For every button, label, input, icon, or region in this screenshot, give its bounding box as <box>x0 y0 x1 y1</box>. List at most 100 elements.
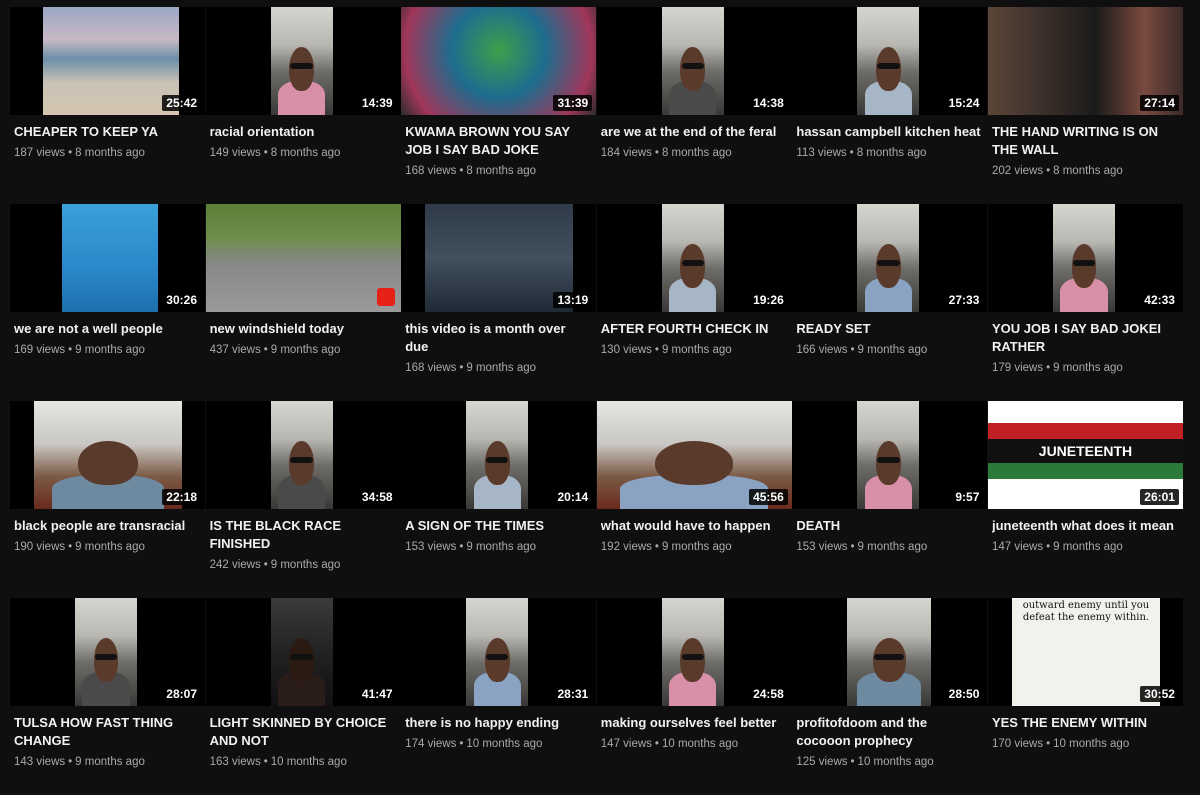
sunglasses <box>877 260 900 266</box>
video-title[interactable]: racial orientation <box>210 123 396 141</box>
video-card[interactable]: 45:56 what would have to happen 192 views •… <box>596 401 792 598</box>
video-thumbnail[interactable]: 42:33 <box>987 204 1183 312</box>
video-thumbnail[interactable]: 13:19 <box>401 204 597 312</box>
video-thumbnail[interactable]: 27:14 <box>987 7 1183 115</box>
video-card[interactable]: 28:31 there is no happy ending 174 views • 1… <box>401 598 597 795</box>
video-thumbnail[interactable]: 24:58 <box>596 598 792 706</box>
video-title[interactable]: DEATH <box>796 517 982 535</box>
video-card[interactable]: 15:24 hassan campbell kitchen heat 113 vie… <box>792 7 988 204</box>
video-card[interactable]: 28:07 TULSA HOW FAST THING CHANGE 143 view… <box>10 598 205 795</box>
dot-separator: • <box>68 344 73 356</box>
video-card[interactable]: 27:33 READY SET 166 views • 9 months ago <box>792 204 988 401</box>
person-face <box>680 47 706 91</box>
person-face <box>484 441 510 485</box>
video-card[interactable]: 20:14 A SIGN OF THE TIMES 153 views • 9 mont… <box>401 401 597 598</box>
video-card[interactable]: 31:39 KWAMA BROWN YOU SAY JOB I SAY BAD J… <box>401 7 597 204</box>
video-card[interactable]: 22:18 black people are transracial 190 vie… <box>10 401 205 598</box>
view-count: 242 views <box>209 559 261 571</box>
video-title[interactable]: YOU JOB I SAY BAD JOKEI RATHER <box>992 320 1178 356</box>
video-title[interactable]: we are not a well people <box>14 320 200 338</box>
video-card[interactable]: 27:14 THE HAND WRITING IS ON THE WALL 202 … <box>987 7 1183 204</box>
video-thumbnail[interactable]: 19:26 <box>596 204 792 312</box>
video-thumbnail[interactable]: 31:39 <box>401 7 597 115</box>
video-thumbnail[interactable]: 25:42 <box>10 7 205 115</box>
video-thumbnail[interactable]: 28:50 <box>792 598 988 706</box>
video-title[interactable]: LIGHT SKINNED BY CHOICE AND NOT <box>210 714 396 750</box>
view-count: 184 views <box>600 147 652 159</box>
view-count: 113 views <box>796 147 847 159</box>
video-title[interactable]: hassan campbell kitchen heat <box>796 123 982 141</box>
video-title[interactable]: AFTER FOURTH CHECK IN <box>601 320 787 338</box>
duration-badge: 20:14 <box>553 489 593 505</box>
duration-badge: 9:57 <box>951 489 984 505</box>
video-card[interactable]: 34:58 IS THE BLACK RACE FINISHED 242 views… <box>205 401 401 598</box>
video-title[interactable]: new windshield today <box>210 320 396 338</box>
video-thumbnail[interactable]: 20:14 <box>401 401 597 509</box>
video-thumbnail[interactable]: 14:38 <box>596 7 792 115</box>
video-title[interactable]: KWAMA BROWN YOU SAY JOB I SAY BAD JOKE <box>405 123 591 159</box>
video-title[interactable]: CHEAPER TO KEEP YA <box>14 123 200 141</box>
video-title[interactable]: A SIGN OF THE TIMES <box>405 517 591 535</box>
video-title[interactable]: YES THE ENEMY WITHIN <box>992 714 1178 732</box>
video-title[interactable]: black people are transracial <box>14 517 200 535</box>
video-thumbnail[interactable]: 9:57 <box>792 401 988 509</box>
video-title[interactable]: what would have to happen <box>601 517 787 535</box>
video-title[interactable]: making ourselves feel better <box>601 714 787 732</box>
duration-badge: 28:07 <box>162 686 201 702</box>
thumbnail-image <box>847 598 932 706</box>
video-thumbnail[interactable]: 34:58 <box>205 401 401 509</box>
view-count: 163 views <box>209 756 261 768</box>
video-card[interactable]: outward enemy until you defeat the enemy… <box>987 598 1183 795</box>
video-card[interactable]: 24:58 making ourselves feel better 147 vie… <box>596 598 792 795</box>
person-face <box>655 441 734 485</box>
video-thumbnail[interactable]: 28:31 <box>401 598 597 706</box>
video-card[interactable]: 19:26 AFTER FOURTH CHECK IN 130 views • 9 mo… <box>596 204 792 401</box>
video-card[interactable]: 42:33 YOU JOB I SAY BAD JOKEI RATHER 179 v… <box>987 204 1183 401</box>
video-title[interactable]: this video is a month over due <box>405 320 591 356</box>
video-thumbnail[interactable]: 28:07 <box>10 598 205 706</box>
video-thumbnail[interactable]: 15:24 <box>792 7 988 115</box>
video-card[interactable]: 25:42 CHEAPER TO KEEP YA 187 views • 8 month… <box>10 7 205 204</box>
video-metadata: 163 views • 10 months ago <box>210 754 401 770</box>
video-title[interactable]: juneteenth what does it mean <box>992 517 1178 535</box>
dot-separator: • <box>850 541 855 553</box>
upload-age: 8 months ago <box>270 147 341 159</box>
sunglasses <box>290 457 313 463</box>
video-card[interactable]: 14:39 racial orientation 149 views • 8 month… <box>205 7 401 204</box>
view-count: 169 views <box>14 344 66 356</box>
video-title[interactable]: IS THE BLACK RACE FINISHED <box>210 517 396 553</box>
video-metadata: 242 views • 9 months ago <box>210 557 401 573</box>
video-title[interactable]: there is no happy ending <box>405 714 591 732</box>
thumbnail-image <box>857 7 920 115</box>
video-card[interactable]: 13:19 this video is a month over due 168 v… <box>401 204 597 401</box>
duration-badge: 15:24 <box>944 95 984 111</box>
video-card[interactable]: 30:26 we are not a well people 169 views • 9… <box>10 204 205 401</box>
video-thumbnail[interactable]: 27:33 <box>792 204 988 312</box>
video-thumbnail[interactable]: JUNETEENTH 26:01 <box>987 401 1183 509</box>
video-card[interactable]: 14:38 are we at the end of the feral 184 v… <box>596 7 792 204</box>
thumbnail-image <box>1052 204 1115 312</box>
video-card[interactable]: 28:50 profitofdoom and the cocooon prophe… <box>792 598 988 795</box>
video-thumbnail[interactable]: 41:47 <box>205 598 401 706</box>
video-card[interactable]: new windshield today 437 views • 9 months a… <box>205 204 401 401</box>
video-metadata: 153 views • 9 months ago <box>405 539 596 555</box>
video-thumbnail[interactable]: 45:56 <box>596 401 792 509</box>
sunglasses <box>1072 260 1096 266</box>
video-title[interactable]: TULSA HOW FAST THING CHANGE <box>14 714 200 750</box>
video-metadata: 184 views • 8 months ago <box>601 145 792 161</box>
video-thumbnail[interactable]: outward enemy until you defeat the enemy… <box>987 598 1183 706</box>
person-face <box>1071 244 1097 288</box>
video-thumbnail[interactable] <box>205 204 401 312</box>
video-thumbnail[interactable]: 30:26 <box>10 204 205 312</box>
video-title[interactable]: are we at the end of the feral <box>601 123 787 141</box>
video-thumbnail[interactable]: 14:39 <box>205 7 401 115</box>
video-card[interactable]: 41:47 LIGHT SKINNED BY CHOICE AND NOT 163 … <box>205 598 401 795</box>
video-card[interactable]: 9:57 DEATH 153 views • 9 months ago <box>792 401 988 598</box>
video-thumbnail[interactable]: 22:18 <box>10 401 205 509</box>
video-title[interactable]: profitofdoom and the cocooon prophecy <box>796 714 982 750</box>
shorts-icon <box>376 288 395 306</box>
video-card[interactable]: JUNETEENTH 26:01 juneteenth what does it m… <box>987 401 1183 598</box>
video-title[interactable]: THE HAND WRITING IS ON THE WALL <box>992 123 1178 159</box>
video-title[interactable]: READY SET <box>796 320 982 338</box>
view-count: 143 views <box>14 756 66 768</box>
